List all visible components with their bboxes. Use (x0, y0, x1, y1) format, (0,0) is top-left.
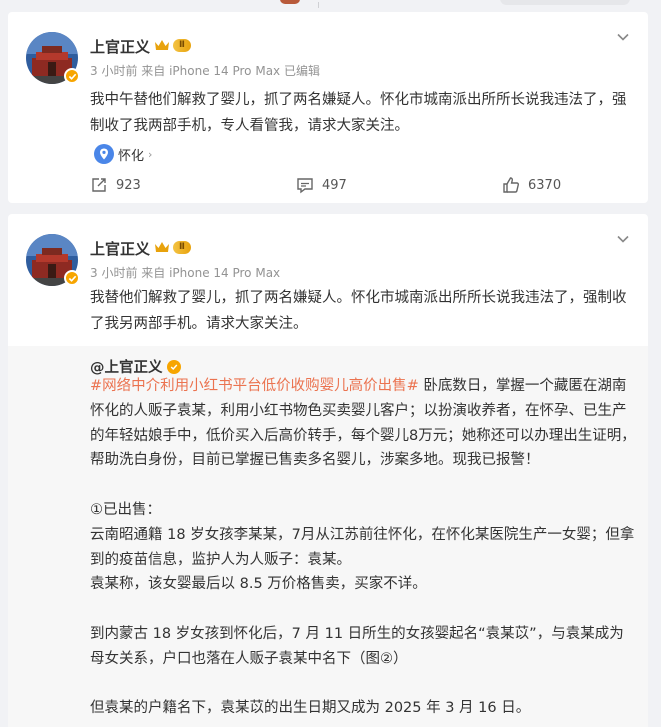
post-meta: 3 小时前 来自 iPhone 14 Pro Max 已编辑 (90, 64, 320, 78)
like-button[interactable]: 6370 (502, 176, 661, 194)
location-arrow: › (148, 147, 153, 161)
post-card: 上官正义 Ⅱ 3 小时前 来自 iPhone 14 Pro Max 已编辑 我中… (8, 12, 648, 203)
crown-icon (155, 242, 169, 252)
post-card: 上官正义 Ⅱ 3 小时前 来自 iPhone 14 Pro Max 我替他们解救… (8, 214, 648, 727)
post-text: 我中午替他们解救了婴儿，抓了两名嫌疑人。怀化市城南派出所所长说我违法了，强制收了… (90, 92, 627, 134)
location-tag[interactable]: 怀化 › (90, 141, 164, 167)
reposted-text: #网络中介利用小红书平台低价收购婴儿高价出售# 卧底数日，掌握一个藏匿在湖南怀化… (90, 374, 638, 721)
paragraph: #网络中介利用小红书平台低价收购婴儿高价出售# 卧底数日，掌握一个藏匿在湖南怀化… (90, 374, 638, 473)
avatar-fragment (280, 0, 300, 4)
like-count: 6370 (528, 177, 562, 193)
topic-link[interactable]: #网络中介利用小红书平台低价收购婴儿高价出售# (90, 378, 419, 394)
like-icon (503, 177, 519, 193)
verified-icon (64, 68, 80, 84)
user-badges: Ⅱ (154, 38, 191, 52)
previous-post-edge (0, 0, 661, 10)
search-bar-fragment (500, 0, 630, 5)
crown-icon (155, 40, 169, 50)
verified-icon (166, 359, 181, 374)
chevron-down-icon[interactable] (616, 232, 630, 246)
paragraph: 袁某称，该女婴最后以 8.5 万价格售卖，买家不详。 (90, 576, 427, 593)
comment-button[interactable]: 497 (296, 176, 502, 194)
divider (318, 2, 319, 8)
paragraph: 到内蒙古 18 岁女孩到怀化后，7 月 11 日所生的女孩婴起名“袁某苡”，与袁… (90, 625, 624, 667)
reposted-content[interactable]: @上官正义 #网络中介利用小红书平台低价收购婴儿高价出售# 卧底数日，掌握一个藏… (8, 346, 648, 727)
verified-icon (64, 270, 80, 286)
location-label: 怀化 (118, 148, 145, 164)
chevron-down-icon[interactable] (616, 30, 630, 44)
comment-icon (297, 178, 313, 194)
action-bar: 923 497 6370 (90, 176, 661, 194)
repost-icon (92, 178, 106, 192)
location-pin-icon (94, 144, 114, 164)
level-badge: Ⅱ (173, 240, 191, 254)
username[interactable]: 上官正义 (90, 238, 150, 259)
post-meta: 3 小时前 来自 iPhone 14 Pro Max (90, 266, 281, 280)
paragraph: 但袁某的户籍名下，袁某苡的出生日期又成为 2025 年 3 月 16 日。 (90, 700, 531, 717)
paragraph: ①已出售： (90, 501, 161, 518)
level-badge: Ⅱ (173, 38, 191, 52)
post-text: 我替他们解救了婴儿，抓了两名嫌疑人。怀化市城南派出所所长说我违法了，强制收了我另… (90, 290, 627, 332)
user-badges: Ⅱ (154, 240, 191, 254)
username[interactable]: 上官正义 (90, 36, 150, 57)
comment-count: 497 (322, 177, 347, 193)
repost-button[interactable]: 923 (90, 176, 296, 194)
repost-count: 923 (116, 177, 141, 193)
paragraph: 云南昭通籍 18 岁女孩李某某，7月从江苏前往怀化，在怀化某医院生产一女婴；但拿… (90, 526, 635, 568)
